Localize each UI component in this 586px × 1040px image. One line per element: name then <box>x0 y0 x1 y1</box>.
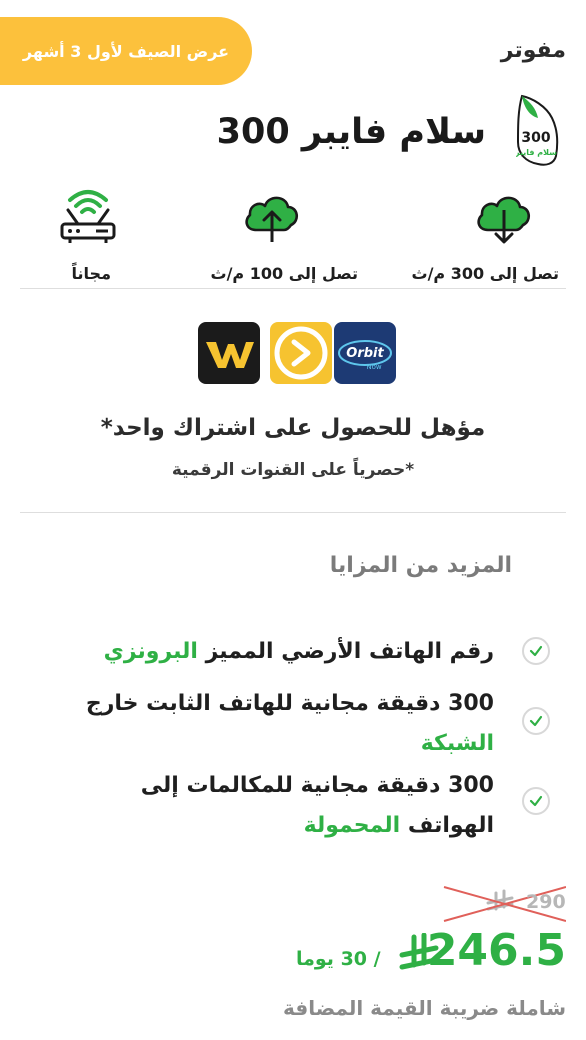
feature-upload <box>240 186 304 250</box>
promo-badge: عرض الصيف لأول 3 أشهر <box>0 17 252 85</box>
benefit-item: رقم الهاتف الأرضي المميز البرونزي <box>64 632 494 672</box>
check-icon <box>522 637 550 665</box>
orbit-logo-subtext: Now <box>366 363 382 371</box>
feature-upload-label: تصل إلى 100 م/ث <box>210 264 359 283</box>
benefit-highlight: الشبكة <box>420 731 494 756</box>
feature-download-label: تصل إلى 300 م/ث <box>411 264 560 283</box>
eligibility-text: مؤهل للحصول على اشتراك واحد* <box>100 415 486 441</box>
plan-title: سلام فايبر 300 <box>216 112 486 152</box>
feature-router-label: مجاناً <box>71 264 111 283</box>
price-block: 246.5 / 30 يوما <box>296 925 566 985</box>
benefit-highlight: البرونزي <box>103 639 198 664</box>
old-price: 290 <box>442 885 566 923</box>
plan-type-tag: مفوتر <box>500 38 566 63</box>
benefit-item: 300 دقيقة مجانية للمكالمات إلى الهواتف ا… <box>64 766 494 846</box>
orbit-logo-text: Orbit <box>346 346 384 361</box>
benefit-item: 300 دقيقة مجانية للهاتف الثابت خارج الشب… <box>64 684 494 764</box>
check-icon <box>522 707 550 735</box>
riyal-icon <box>399 933 439 970</box>
price-period: / 30 يوما <box>296 948 381 970</box>
feature-download <box>472 186 536 250</box>
benefit-text: 300 دقيقة مجانية للهاتف الثابت خارج <box>85 691 494 716</box>
play-logo <box>270 322 332 384</box>
more-benefits-title: المزيد من المزايا <box>329 553 512 578</box>
old-price-value: 290 <box>526 891 566 913</box>
divider <box>20 288 566 289</box>
vat-note: شاملة ضريبة القيمة المضافة <box>283 996 566 1020</box>
cloud-download-icon <box>477 196 530 244</box>
benefit-highlight: المحمولة <box>303 813 401 838</box>
feature-router <box>56 186 120 250</box>
price-value: 246.5 <box>426 925 566 976</box>
divider <box>20 512 566 513</box>
wifi-router-icon <box>60 190 116 243</box>
eligibility-note: *حصرياً على القنوات الرقمية <box>171 460 415 480</box>
orbit-now-logo: Orbit Now <box>334 322 396 384</box>
benefit-text: رقم الهاتف الأرضي المميز <box>197 639 494 664</box>
check-icon <box>522 787 550 815</box>
plan-badge-text: سلام فايبر <box>516 148 557 157</box>
cloud-upload-icon <box>245 196 298 242</box>
plan-badge-number: 300 <box>521 130 550 146</box>
plan-badge-logo: 300 سلام فايبر <box>514 92 566 168</box>
w-logo <box>198 322 260 384</box>
promo-label: عرض الصيف لأول 3 أشهر <box>22 41 230 61</box>
